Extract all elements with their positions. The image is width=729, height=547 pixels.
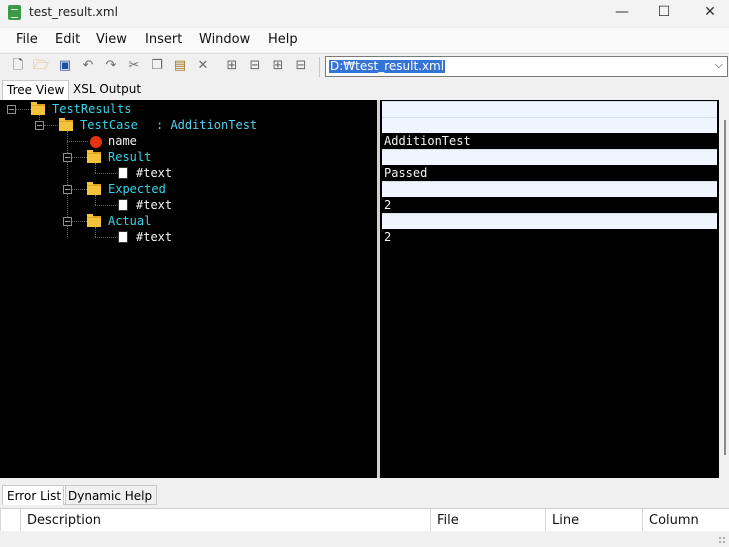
file-path-value[interactable]: D:₩test_result.xml (329, 60, 446, 73)
chevron-down-icon[interactable]: ⌵ (715, 58, 723, 72)
undo-icon[interactable]: ↶ (80, 58, 96, 74)
collapse-icon[interactable]: − (63, 217, 72, 226)
menu-file[interactable]: File (16, 32, 38, 47)
toolbar-separator (319, 57, 320, 77)
tree-node-testcase-value: : AdditionTest (156, 118, 258, 132)
collapse-icon[interactable]: − (7, 105, 16, 114)
bottom-tabs: Error List Dynamic Help (0, 485, 729, 506)
tree-node-text[interactable]: #text (136, 229, 172, 245)
folder-icon (87, 182, 101, 195)
tree-node-text[interactable]: #text (136, 197, 172, 213)
copy-icon[interactable]: ❐ (149, 58, 165, 74)
new-file-icon[interactable]: 🗋 (10, 58, 26, 74)
resize-grip-icon[interactable] (718, 536, 726, 544)
tree-node-result[interactable]: Result (108, 149, 151, 165)
paste-icon[interactable]: ▤ (172, 58, 188, 74)
value-pane[interactable]: AdditionTest Passed 2 2 (380, 100, 719, 478)
window-title: test_result.xml (29, 5, 118, 19)
text-node-icon (118, 167, 128, 179)
vertical-scrollbar[interactable] (719, 100, 729, 478)
folder-icon (31, 102, 45, 115)
maximize-button[interactable]: ☐ (641, 0, 687, 26)
tree-node-actual[interactable]: Actual (108, 213, 151, 229)
close-button[interactable]: ✕ (687, 0, 729, 26)
toolbar: 🗋 🗁 ▣ ↶ ↷ ✂ ❐ ▤ ✕ ⊞ ⊟ ⊞ ⊟ D:₩test_result… (0, 53, 729, 80)
value-row[interactable] (382, 213, 717, 229)
text-node-icon (118, 199, 128, 211)
insert-before-icon[interactable]: ⊞ (224, 58, 240, 74)
tab-tree-view[interactable]: Tree View (2, 80, 70, 100)
column-icon[interactable] (0, 509, 14, 532)
folder-icon (59, 118, 73, 131)
value-row[interactable] (382, 181, 717, 197)
tree-pane[interactable]: − TestResults − TestCase : AdditionTest … (0, 100, 377, 478)
column-column[interactable]: Column (642, 509, 729, 532)
tree-node-testcase[interactable]: TestCase (80, 117, 138, 133)
text-node-icon (118, 231, 128, 243)
attribute-icon (90, 136, 102, 148)
app-icon (8, 5, 21, 20)
tab-dynamic-help[interactable]: Dynamic Help (63, 485, 158, 505)
menu-view[interactable]: View (96, 32, 127, 47)
menu-window[interactable]: Window (199, 32, 250, 47)
save-icon[interactable]: ▣ (57, 58, 73, 74)
view-tabs: Tree View XSL Output (0, 80, 729, 100)
insert-attribute-icon[interactable]: ⊟ (293, 58, 309, 74)
title-bar: test_result.xml — ☐ ✕ (0, 0, 729, 26)
menu-edit[interactable]: Edit (55, 32, 80, 47)
menu-bar: File Edit View Insert Window Help (0, 28, 729, 52)
folder-icon (87, 150, 101, 163)
column-line[interactable]: Line (545, 509, 640, 532)
scrollbar-thumb[interactable] (724, 120, 726, 455)
tree-node-name-attr[interactable]: name (108, 133, 137, 149)
status-bar (0, 531, 729, 547)
column-description[interactable]: Description (20, 509, 429, 532)
error-list-header: Description File Line Column (0, 508, 729, 532)
delete-icon[interactable]: ✕ (195, 58, 211, 74)
tab-error-list[interactable]: Error List (2, 485, 67, 505)
cut-icon[interactable]: ✂ (126, 58, 142, 74)
folder-icon (87, 214, 101, 227)
menu-help[interactable]: Help (268, 32, 298, 47)
insert-after-icon[interactable]: ⊟ (247, 58, 263, 74)
minimize-button[interactable]: — (599, 0, 645, 26)
value-row[interactable]: 2 (382, 197, 717, 213)
file-path-combobox[interactable]: D:₩test_result.xml ⌵ (325, 56, 728, 77)
open-folder-icon[interactable]: 🗁 (33, 58, 49, 74)
column-file[interactable]: File (430, 509, 545, 532)
insert-child-icon[interactable]: ⊞ (270, 58, 286, 74)
tab-xsl-output[interactable]: XSL Output (69, 80, 145, 99)
value-row[interactable]: Passed (382, 165, 717, 181)
value-row[interactable] (382, 101, 717, 117)
collapse-icon[interactable]: − (35, 121, 44, 130)
value-row[interactable]: 2 (382, 229, 717, 245)
collapse-icon[interactable]: − (63, 185, 72, 194)
value-row[interactable] (382, 149, 717, 165)
value-row[interactable]: AdditionTest (382, 133, 717, 149)
tree-node-testresults[interactable]: TestResults (52, 101, 131, 117)
tree-node-expected[interactable]: Expected (108, 181, 166, 197)
collapse-icon[interactable]: − (63, 153, 72, 162)
redo-icon[interactable]: ↷ (103, 58, 119, 74)
tree-node-text[interactable]: #text (136, 165, 172, 181)
menu-insert[interactable]: Insert (145, 32, 182, 47)
value-row[interactable] (382, 117, 717, 133)
